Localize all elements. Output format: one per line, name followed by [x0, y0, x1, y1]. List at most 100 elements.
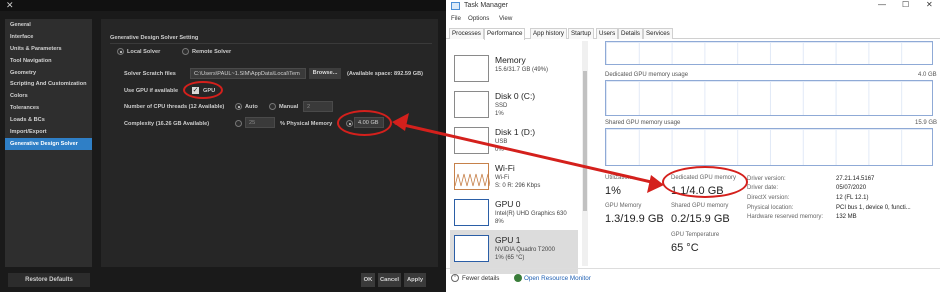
resource-usage: 1% [495, 111, 504, 117]
shared-usage-label: Shared GPU memory usage [605, 120, 681, 126]
complexity-label: Complexity (16.26 GB Available) [124, 121, 210, 127]
nav-item-colors[interactable]: Colors [5, 90, 92, 102]
nav-item-generative-design-solver[interactable]: Generative Design Solver [5, 137, 92, 150]
maximize-icon[interactable]: ☐ [902, 0, 909, 9]
engine-graph [605, 41, 933, 65]
nav-item-tolerances[interactable]: Tolerances [5, 102, 92, 114]
nav-item-geometry[interactable]: Geometry [5, 67, 92, 79]
chevron-up-icon[interactable]: ⌃ [451, 274, 459, 282]
nav-item-tool-navigation[interactable]: Tool Navigation [5, 55, 92, 67]
percent-field[interactable]: 25 [245, 117, 275, 128]
close-icon[interactable]: ✕ [6, 0, 14, 10]
minimize-icon[interactable]: — [878, 0, 886, 9]
directx-version-label: DirectX version: [747, 195, 790, 201]
resource-monitor-icon [514, 274, 522, 282]
cpu-threads-label: Number of CPU threads (12 Available) [124, 104, 225, 110]
menu-view[interactable]: View [499, 15, 512, 22]
dedicated-memory-highlight-ellipse [662, 166, 748, 198]
menu-options[interactable]: Options [468, 15, 489, 22]
memory-thumbnail [454, 55, 489, 82]
shared-usage-graph [605, 128, 933, 166]
tab-details[interactable]: Details [618, 28, 643, 39]
task-manager-window: Task Manager — ☐ ✕ File Options View Pro… [446, 0, 940, 292]
directx-version-value: 12 (FL 12.1) [836, 195, 869, 201]
manual-radio[interactable] [269, 103, 276, 110]
resource-list-scrollbar[interactable] [582, 41, 588, 266]
scrollbar-thumb[interactable] [583, 71, 587, 211]
remote-solver-radio[interactable] [182, 48, 189, 55]
resource-name: GPU 1 [495, 235, 521, 245]
task-manager-icon [451, 2, 460, 10]
manual-label: Manual [279, 104, 299, 110]
resource-usage: 0% [495, 147, 504, 153]
available-space-label: (Available space: 892.59 GB) [347, 71, 423, 77]
nav-item-general[interactable]: General [5, 19, 92, 31]
resource-name: GPU 0 [495, 199, 521, 209]
driver-date-value: 05/07/2020 [836, 185, 867, 191]
dedicated-usage-graph [605, 80, 933, 116]
tab-users[interactable]: Users [596, 28, 619, 39]
tab-processes[interactable]: Processes [449, 28, 484, 39]
browse-button[interactable]: Browse... [309, 68, 341, 79]
local-solver-label: Local Solver [127, 49, 161, 55]
gpu-memory-label: GPU Memory [605, 203, 642, 209]
resource-name: Memory [495, 55, 526, 65]
nav-item-units[interactable]: Units & Parameters [5, 43, 92, 55]
driver-version-label: Driver version: [747, 176, 786, 182]
resource-detail: USB [495, 139, 508, 145]
manual-threads-stepper[interactable]: 2 [303, 101, 333, 112]
open-resource-monitor-link[interactable]: Open Resource Monitor [524, 275, 591, 282]
tab-app-history[interactable]: App history [530, 28, 567, 39]
resource-name: Disk 0 (C:) [495, 91, 536, 101]
physical-location-value: PCI bus 1, device 0, functi... [836, 205, 911, 211]
nav-item-scripting[interactable]: Scripting And Customization [5, 78, 92, 90]
wifi-thumbnail [454, 163, 491, 190]
settings-panel [101, 19, 438, 267]
tab-startup[interactable]: Startup [568, 28, 594, 39]
local-solver-radio[interactable] [117, 48, 124, 55]
gpu1-thumbnail [454, 235, 489, 262]
cancel-button[interactable]: Cancel [378, 273, 401, 287]
close-window-icon[interactable]: ✕ [926, 0, 933, 9]
gpu0-thumbnail [454, 199, 489, 226]
auto-radio[interactable] [235, 103, 242, 110]
use-gpu-label: Use GPU if available [124, 88, 179, 94]
ok-button[interactable]: OK [361, 273, 375, 287]
percent-radio[interactable] [235, 120, 242, 127]
dedicated-usage-max: 4.0 GB [918, 72, 937, 78]
tab-performance[interactable]: Performance [484, 28, 526, 40]
nav-item-loads-bcs[interactable]: Loads & BCs [5, 114, 92, 126]
resource-detail: NVIDIA Quadro T2000 [495, 247, 555, 253]
shared-memory-value: 0.2/15.9 GB [671, 213, 730, 225]
settings-dialog: ✕ General Interface Units & Parameters T… [0, 0, 446, 292]
gpu-temp-label: GPU Temperature [671, 232, 720, 238]
physical-location-label: Physical location: [747, 205, 794, 211]
nav-item-interface[interactable]: Interface [5, 31, 92, 43]
physical-memory-label: % Physical Memory [280, 121, 333, 127]
apply-button[interactable]: Apply [404, 273, 426, 287]
settings-nav: General Interface Units & Parameters Too… [5, 19, 92, 267]
gpu-memory-value: 1.3/19.9 GB [605, 213, 664, 225]
driver-version-value: 27.21.14.5167 [836, 176, 875, 182]
nav-item-import-export[interactable]: Import/Export [5, 126, 92, 138]
scratch-path-field[interactable]: C:\Users\PAUL~1.SIM\AppData\Local\Tem [190, 68, 306, 79]
section-title: Generative Design Solver Setting [110, 35, 199, 41]
resource-detail: SSD [495, 103, 508, 109]
resource-usage: S: 0 R: 296 Kbps [495, 183, 541, 189]
disk1-thumbnail [454, 127, 489, 154]
tab-services[interactable]: Services [643, 28, 673, 39]
dialog-titlebar: ✕ [0, 0, 446, 11]
dedicated-usage-label: Dedicated GPU memory usage [605, 72, 689, 78]
shared-memory-label: Shared GPU memory [671, 203, 729, 209]
window-title: Task Manager [464, 2, 508, 9]
fewer-details-link[interactable]: Fewer details [462, 275, 499, 282]
menu-file[interactable]: File [451, 15, 461, 22]
driver-date-label: Driver date: [747, 185, 779, 191]
restore-defaults-button[interactable]: Restore Defaults [8, 273, 90, 287]
footer-divider [446, 268, 940, 269]
resource-name: Disk 1 (D:) [495, 127, 536, 137]
section-divider [110, 43, 432, 44]
auto-label: Auto [245, 104, 258, 110]
resource-detail: Wi-Fi [495, 175, 509, 181]
resource-detail: Intel(R) UHD Graphics 630 [495, 211, 567, 217]
